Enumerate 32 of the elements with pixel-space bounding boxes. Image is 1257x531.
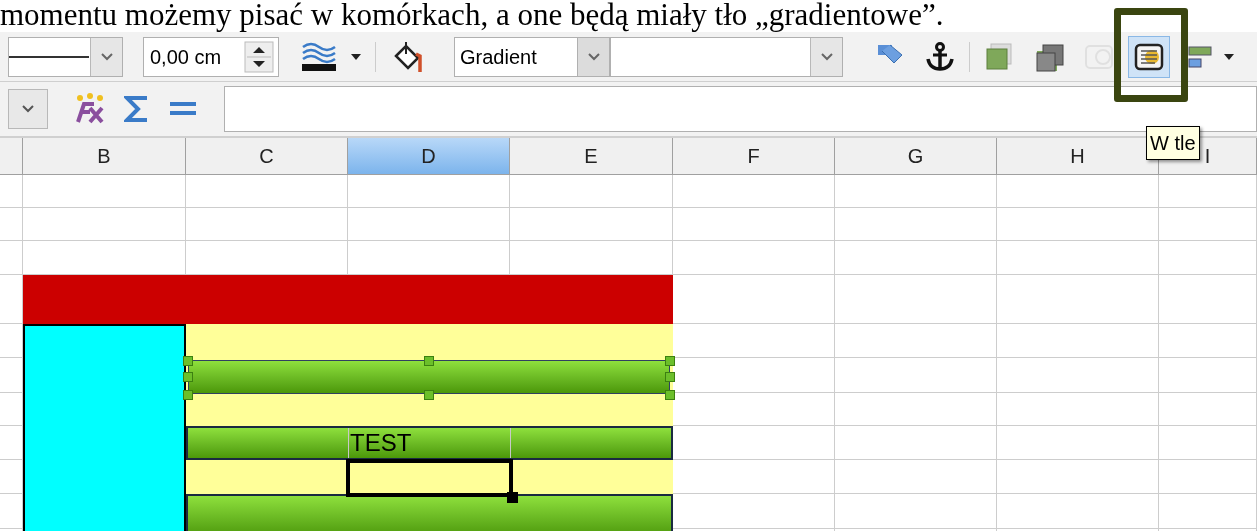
chevron-down-icon [21, 104, 35, 114]
column-header[interactable]: B [23, 138, 186, 174]
chevron-down-icon [819, 51, 834, 62]
line-preview-icon [9, 54, 89, 59]
column-header[interactable]: E [510, 138, 673, 174]
area-style-dropdown[interactable]: Gradient [454, 36, 610, 77]
active-cell-cursor[interactable] [346, 459, 513, 497]
column-header[interactable]: F [673, 138, 835, 174]
column-header[interactable]: D [348, 138, 510, 174]
selection-handle[interactable] [424, 390, 434, 400]
background-button[interactable] [1128, 35, 1170, 78]
anchor-icon [924, 40, 956, 73]
dropdown-arrow-icon[interactable] [351, 53, 361, 60]
caption: momentu możemy pisać w komórkach, a one będą miały tło „gradientowe”. [0, 0, 945, 32]
column-header[interactable]: G [835, 138, 997, 174]
chevron-down-icon [586, 51, 601, 62]
line-style-icon[interactable] [301, 40, 337, 73]
spin-arrows-icon[interactable] [244, 40, 274, 73]
line-style-dropdown[interactable] [8, 36, 123, 77]
fill-handle[interactable] [507, 492, 518, 503]
equals-icon[interactable] [170, 101, 196, 117]
paint-bucket-icon[interactable] [392, 39, 424, 74]
tooltip: W tle [1146, 126, 1200, 160]
sum-icon[interactable] [124, 93, 150, 125]
dropdown-arrow-icon[interactable] [1224, 53, 1234, 60]
line-width-spin-field[interactable]: 0,00 cm [143, 36, 279, 77]
chevron-down-icon [99, 51, 114, 62]
gradient-dropdown[interactable] [610, 36, 843, 77]
bring-to-front-icon [983, 40, 1015, 73]
selection-handle[interactable] [424, 356, 434, 366]
formula-input-field[interactable] [224, 86, 1257, 132]
cell-text: TEST [350, 428, 412, 458]
